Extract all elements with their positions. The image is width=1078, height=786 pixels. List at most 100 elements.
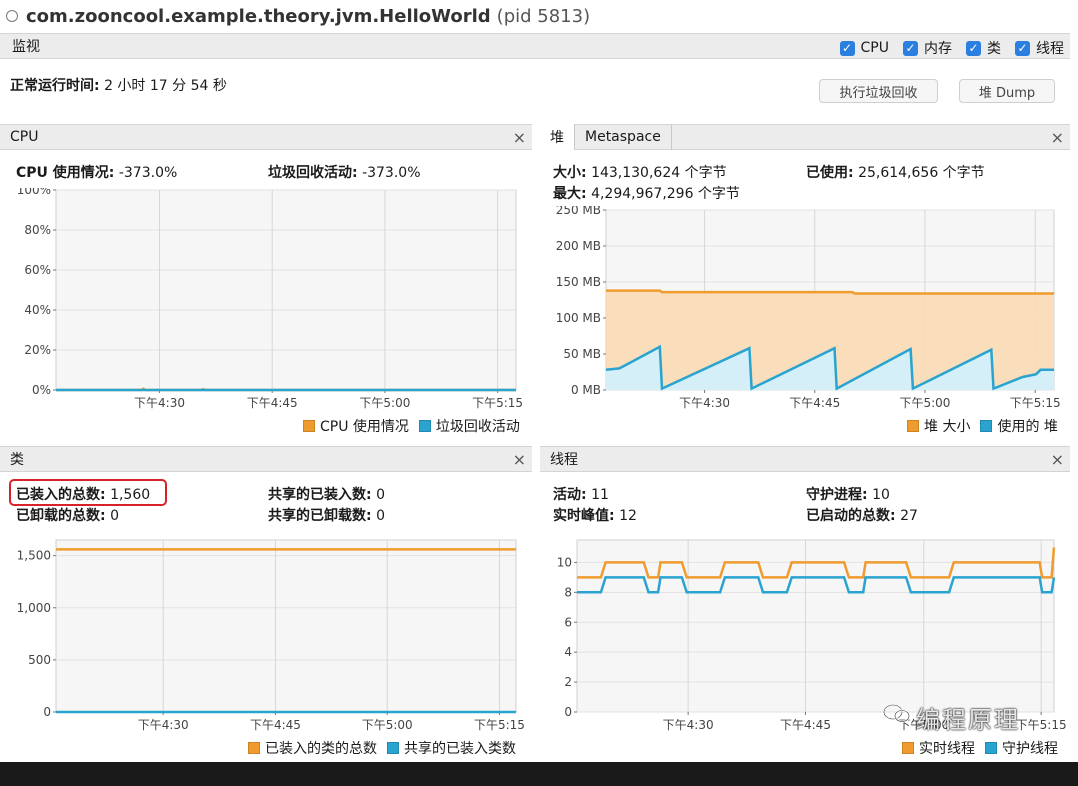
y-tick-label: 8 [564,585,572,599]
legend-swatch-orange [303,420,315,432]
daemon-threads-label: 守护进程: [806,487,868,503]
gc-activity-value: -373.0% [362,165,421,181]
started-threads-stat: 已启动的总数: 27 [806,505,918,525]
y-tick-label: 250 MB [556,206,601,217]
legend-swatch-orange [907,420,919,432]
y-tick-label: 0% [32,383,51,397]
window-title: com.zooncool.example.theory.jvm.HelloWor… [26,5,491,27]
live-threads-value: 11 [591,487,609,503]
live-threads-label: 活动: [553,487,587,503]
panel-checkboxes: ✓ CPU ✓ 内存 ✓ 类 ✓ 线程 [830,38,1064,58]
x-tick-label: 下午4:30 [134,396,185,410]
y-tick-label: 40% [24,303,51,317]
loaded-total-stat: 已装入的总数: 1,560 [16,484,150,504]
started-threads-value: 27 [900,508,918,524]
unloaded-total-value: 0 [110,508,119,524]
y-tick-label: 0 [43,705,51,719]
legend-daemon-threads: 守护线程 [1002,741,1058,757]
y-tick-label: 20% [24,343,51,357]
y-tick-label: 200 MB [556,239,601,253]
x-tick-label: 下午5:15 [1010,396,1061,410]
legend-shared-classes: 共享的已装入类数 [404,741,516,757]
y-tick-label: 2 [564,675,572,689]
uptime-value: 2 小时 17 分 54 秒 [104,78,227,94]
close-icon[interactable]: × [513,128,526,147]
x-tick-label: 下午4:45 [780,718,831,732]
shared-unloaded-stat: 共享的已卸载数: 0 [268,505,385,525]
legend-swatch-blue [980,420,993,432]
y-tick-label: 80% [24,223,51,237]
close-icon[interactable]: × [1051,450,1064,469]
cpu-legend: CPU 使用情况 垃圾回收活动 [293,416,520,436]
peak-threads-stat: 实时峰值: 12 [553,505,637,525]
checkmark-icon[interactable]: ✓ [903,40,918,56]
checkmark-icon[interactable]: ✓ [839,40,855,56]
legend-swatch-blue [387,742,399,754]
x-tick-label: 下午5:15 [472,396,523,410]
live-threads-stat: 活动: 11 [553,484,609,504]
classes-legend: 已装入的类的总数 共享的已装入类数 [238,738,516,758]
shared-unloaded-value: 0 [376,508,385,524]
peak-threads-value: 12 [619,508,637,524]
loaded-total-label: 已装入的总数: [16,487,106,503]
heap-dump-button[interactable]: 堆 Dump [959,79,1055,103]
shared-loaded-label: 共享的已装入数: [268,487,372,503]
shared-loaded-stat: 共享的已装入数: 0 [268,484,385,504]
x-tick-label: 下午4:45 [789,396,840,410]
y-tick-label: 6 [564,615,572,629]
monitor-toolbar: 监视 ✓ CPU ✓ 内存 ✓ 类 ✓ 线程 [0,33,1070,59]
threads-legend: 实时线程 守护线程 [892,738,1058,758]
y-tick-label: 150 MB [556,275,601,289]
cpu-usage-label: CPU 使用情况: [16,165,115,181]
heap-max-stat: 最大: 4,294,967,296 个字节 [553,183,740,203]
cpu-usage-value: -373.0% [118,165,178,181]
close-icon[interactable]: × [1051,128,1064,147]
tab-heap[interactable]: 堆 [540,124,575,150]
shared-unloaded-label: 共享的已卸载数: [268,508,372,524]
bottom-band [0,762,1078,786]
close-icon[interactable]: × [513,450,526,469]
watermark-text: 编程原理 [916,706,1020,734]
unloaded-total-label: 已卸载的总数: [16,508,106,524]
y-tick-label: 100 MB [556,311,601,325]
legend-swatch-blue [985,742,997,754]
y-tick-label: 4 [564,645,572,659]
y-tick-label: 10 [557,555,572,569]
tab-metaspace[interactable]: Metaspace [575,124,672,150]
legend-swatch-blue [418,420,431,432]
circle-icon [6,10,18,22]
x-tick-label: 下午4:45 [250,718,301,732]
cpu-panel-title: CPU [10,129,39,145]
y-tick-label: 500 [28,653,51,667]
checkbox-memory[interactable]: ✓ 内存 [903,38,952,58]
checkbox-cpu[interactable]: ✓ CPU [839,40,889,56]
threads-panel-title: 线程 [550,452,578,468]
started-threads-label: 已启动的总数: [806,508,896,524]
legend-swatch-orange [902,742,914,754]
x-tick-label: 下午5:15 [1016,718,1067,732]
heap-used-stat: 已使用: 25,614,656 个字节 [806,162,985,182]
legend-cpu-usage: CPU 使用情况 [320,419,409,435]
cpu-chart: 0% 20% 40% 60% 80% 100% 下午4:30 下午4:45 下午5:00 下午5:… [17,188,523,410]
shared-loaded-value: 0 [376,487,385,503]
classes-panel-title: 类 [10,452,24,468]
checkbox-classes[interactable]: ✓ 类 [966,38,1001,58]
window-title-bar: com.zooncool.example.theory.jvm.HelloWor… [0,0,1078,32]
y-tick-label: 0 [564,705,572,719]
perform-gc-button[interactable]: 执行垃圾回收 [819,79,938,103]
x-tick-label: 下午5:00 [899,396,950,410]
heap-size-label: 大小: [553,165,587,181]
legend-live-threads: 实时线程 [919,741,975,757]
checkbox-memory-label: 内存 [924,41,952,57]
checkbox-threads[interactable]: ✓ 线程 [1015,38,1064,58]
window-pid: (pid 5813) [496,5,591,27]
peak-threads-label: 实时峰值: [553,508,615,524]
checkmark-icon[interactable]: ✓ [966,40,981,56]
cpu-usage-stat: CPU 使用情况: -373.0% [16,162,177,182]
x-tick-label: 下午4:45 [247,396,298,410]
wechat-icon [883,704,910,723]
x-tick-label: 下午5:00 [359,396,410,410]
checkmark-icon[interactable]: ✓ [1015,40,1030,56]
uptime: 正常运行时间: 2 小时 17 分 54 秒 [10,75,227,95]
plot-area [576,539,1055,713]
